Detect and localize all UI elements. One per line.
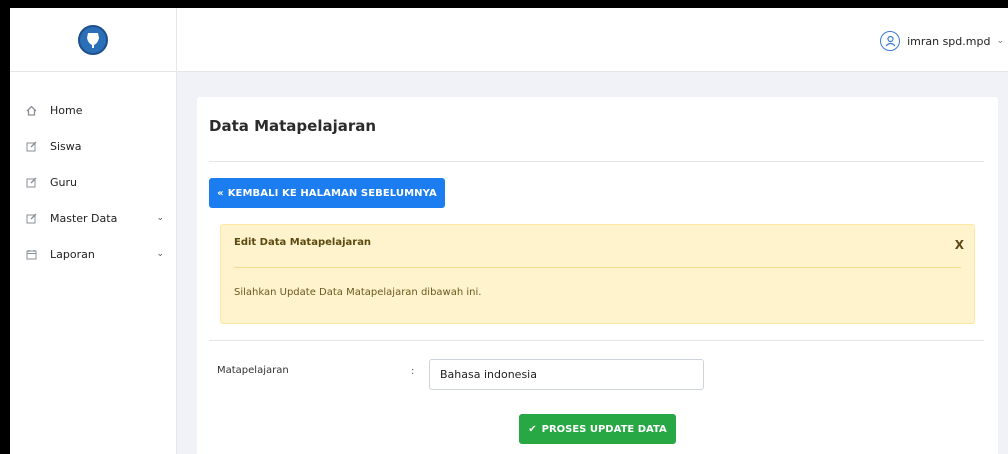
- logo-icon: [87, 32, 99, 48]
- page-title: Data Matapelajaran: [209, 117, 377, 135]
- sidebar-nav: Home Siswa Guru Master Data ⌄ Laporan ⌄: [10, 72, 176, 266]
- edit-alert: Edit Data Matapelajaran X Silahkan Updat…: [220, 224, 975, 324]
- matapelajaran-input[interactable]: [429, 359, 704, 390]
- sidebar-item-master-data[interactable]: Master Data ⌄: [10, 206, 176, 230]
- form-colon: :: [411, 366, 415, 377]
- sidebar-item-label: Siswa: [50, 139, 82, 153]
- check-icon: ✔: [528, 423, 537, 435]
- double-chevron-left-icon: «: [217, 187, 224, 199]
- sidebar: Home Siswa Guru Master Data ⌄ Laporan ⌄: [10, 8, 177, 454]
- back-button[interactable]: « KEMBALI KE HALAMAN SEBELUMNYA: [209, 178, 445, 208]
- top-header: imran spd.mpd ⌄: [177, 8, 1008, 72]
- chevron-down-icon: ⌄: [996, 36, 1004, 46]
- calendar-icon: [26, 248, 38, 260]
- sidebar-item-guru[interactable]: Guru: [10, 170, 176, 194]
- edit-icon: [26, 140, 38, 152]
- title-divider: [209, 161, 984, 162]
- chevron-down-icon: ⌄: [156, 249, 164, 259]
- alert-divider: [234, 267, 961, 268]
- user-menu[interactable]: imran spd.mpd ⌄: [880, 31, 1004, 51]
- back-button-label: KEMBALI KE HALAMAN SEBELUMNYA: [227, 187, 437, 199]
- alert-message: Silahkan Update Data Matapelajaran dibaw…: [234, 287, 482, 298]
- content-card: Data Matapelajaran « KEMBALI KE HALAMAN …: [197, 97, 998, 454]
- sidebar-item-laporan[interactable]: Laporan ⌄: [10, 242, 176, 266]
- user-name: imran spd.mpd: [907, 34, 991, 48]
- app-frame: Home Siswa Guru Master Data ⌄ Laporan ⌄ …: [10, 8, 1008, 454]
- logo-area: [10, 8, 176, 72]
- sidebar-item-label: Master Data: [50, 211, 118, 225]
- submit-update-button[interactable]: ✔ PROSES UPDATE DATA: [519, 414, 676, 444]
- alert-close-button[interactable]: X: [955, 238, 964, 252]
- sidebar-item-label: Guru: [50, 175, 77, 189]
- sidebar-item-home[interactable]: Home: [10, 98, 176, 122]
- edit-icon: [26, 212, 38, 224]
- sidebar-item-label: Laporan: [50, 247, 95, 261]
- logo[interactable]: [78, 24, 108, 55]
- sidebar-item-siswa[interactable]: Siswa: [10, 134, 176, 158]
- chevron-down-icon: ⌄: [156, 213, 164, 223]
- user-icon: [880, 31, 901, 51]
- alert-title: Edit Data Matapelajaran: [234, 237, 372, 248]
- submit-button-label: PROSES UPDATE DATA: [541, 423, 667, 435]
- matapelajaran-label: Matapelajaran: [217, 365, 289, 376]
- edit-icon: [26, 176, 38, 188]
- sidebar-item-label: Home: [50, 103, 83, 117]
- form-divider: [209, 340, 984, 341]
- home-icon: [26, 104, 38, 116]
